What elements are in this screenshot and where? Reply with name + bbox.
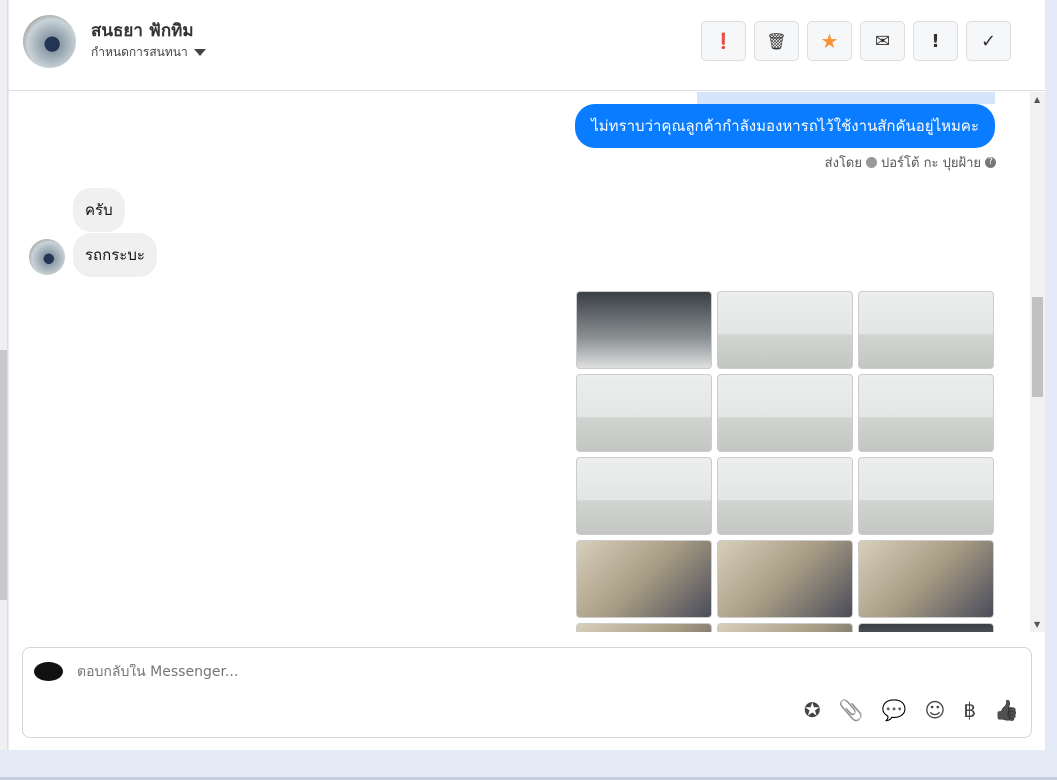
star-button[interactable]: ★ [807, 21, 852, 61]
scroll-thumb[interactable] [0, 350, 7, 600]
incoming-message: ครับ [73, 188, 125, 232]
car-photo[interactable] [858, 540, 994, 618]
outgoing-message: ไม่ทราบว่าคุณลูกค้ากำลังมองหารถไว้ใช้งาน… [575, 104, 995, 148]
done-button[interactable]: ✓ [966, 21, 1011, 61]
mark-unread-button[interactable]: ✉ [860, 21, 905, 61]
envelope-icon: ✉ [874, 30, 891, 52]
attachment-icon[interactable]: 📎 [839, 698, 864, 722]
photo-grid [576, 291, 994, 632]
car-photo[interactable] [576, 623, 712, 632]
check-icon: ✓ [980, 30, 997, 52]
car-photo[interactable] [717, 623, 853, 632]
assign-label: กำหนดการสนทนา [91, 45, 188, 59]
sent-by-name: ปอร์โต้ กะ ปุยฝ้าย [881, 156, 981, 171]
trash-icon: 🗑 [766, 31, 787, 51]
conversation-header: สนธยา ฟักทิม กำหนดการสนทนา ❗ 🗑 ★ ✉ ! ✓ [9, 0, 1045, 91]
delete-button[interactable]: 🗑 [754, 21, 799, 61]
conversation-panel: สนธยา ฟักทิม กำหนดการสนทนา ❗ 🗑 ★ ✉ ! ✓ ไ… [9, 0, 1045, 750]
star-icon: ★ [820, 29, 839, 53]
incoming-message: รถกระบะ [73, 233, 157, 277]
reply-composer: ✪ 📎 💬 ☺ ฿ 👍 [22, 647, 1032, 738]
assign-conversation-dropdown[interactable]: กำหนดการสนทนา [91, 43, 206, 62]
car-photo[interactable] [717, 374, 853, 452]
caret-down-icon [193, 49, 206, 56]
spam-button[interactable]: ❗ [701, 21, 746, 61]
left-scrollbar[interactable] [0, 0, 8, 750]
chat-bubble-icon[interactable]: 💬 [882, 698, 907, 722]
car-photo[interactable] [576, 291, 712, 369]
sent-by-prefix: ส่งโดย [824, 156, 862, 171]
sent-by-info: ส่งโดย ปอร์โต้ กะ ปุยฝ้าย? [825, 152, 996, 173]
car-photo[interactable] [858, 623, 994, 632]
previous-message-edge [697, 92, 995, 104]
reply-input[interactable] [77, 664, 777, 680]
car-photo[interactable] [717, 540, 853, 618]
scroll-down-icon[interactable]: ▼ [1034, 620, 1040, 629]
car-photo[interactable] [717, 457, 853, 535]
message-scrollbar[interactable]: ▲ ▼ [1030, 92, 1045, 632]
car-photo[interactable] [576, 374, 712, 452]
important-button[interactable]: ! [913, 21, 958, 61]
scroll-up-icon[interactable]: ▲ [1034, 95, 1040, 104]
exclamation-icon: ! [931, 30, 940, 52]
car-photo[interactable] [576, 457, 712, 535]
page-avatar [34, 662, 63, 681]
baht-icon[interactable]: ฿ [963, 698, 976, 722]
admin-icon [866, 157, 877, 168]
scroll-thumb[interactable] [1032, 297, 1043, 397]
car-photo[interactable] [717, 291, 853, 369]
contact-avatar[interactable] [23, 15, 76, 68]
message-list: ไม่ทราบว่าคุณลูกค้ากำลังมองหารถไว้ใช้งาน… [9, 92, 1030, 632]
saved-reply-icon[interactable]: ✪ [804, 698, 821, 722]
contact-name[interactable]: สนธยา ฟักทิม [91, 17, 194, 44]
car-photo[interactable] [858, 374, 994, 452]
alert-circle-icon: ❗ [714, 32, 733, 50]
like-icon[interactable]: 👍 [994, 698, 1019, 722]
emoji-icon[interactable]: ☺ [925, 698, 946, 722]
car-photo[interactable] [858, 291, 994, 369]
help-icon[interactable]: ? [985, 157, 996, 168]
contact-avatar-small [29, 239, 65, 275]
car-photo[interactable] [858, 457, 994, 535]
car-photo[interactable] [576, 540, 712, 618]
